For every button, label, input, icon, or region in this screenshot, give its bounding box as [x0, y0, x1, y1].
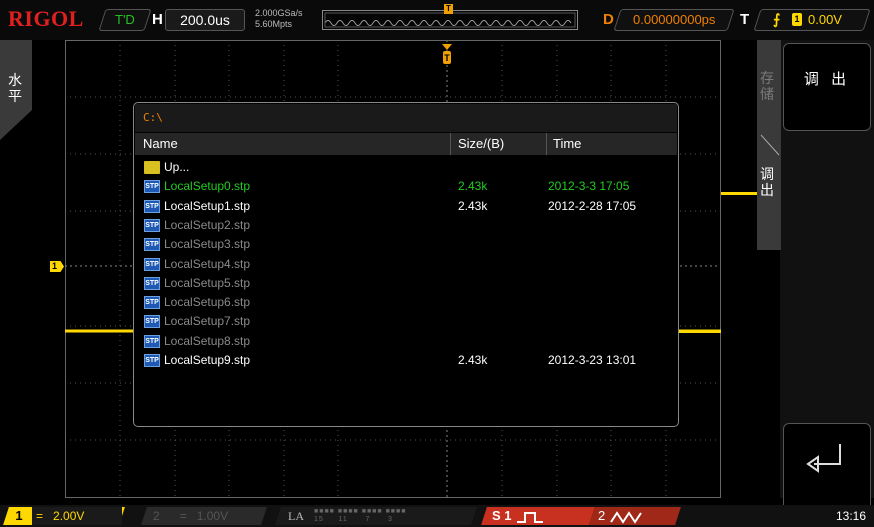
ch1-marker-label: 1 [52, 261, 58, 271]
file-row[interactable]: STP LocalSetup6.stp [144, 293, 664, 312]
file-name: LocalSetup6.stp [164, 295, 251, 310]
return-button[interactable] [783, 423, 871, 511]
file-time: 2012-3-3 17:05 [548, 179, 630, 194]
ch2-scale: 1.00V [196, 509, 229, 523]
delay-label: D [603, 11, 614, 28]
run-state-text: T'D [115, 12, 135, 27]
sample-rate: 2.000GSa/s [255, 8, 303, 18]
file-time: 2012-2-28 17:05 [548, 198, 637, 213]
pulse-icon [517, 511, 544, 523]
column-size: Size/(B) [458, 136, 505, 151]
current-path: C:\ [135, 104, 677, 132]
horizontal-menu-tab[interactable]: 水平 [0, 40, 32, 140]
stp-file-icon: STP [144, 276, 160, 290]
file-row[interactable]: STP LocalSetup8.stp [144, 332, 664, 351]
file-name: LocalSetup4.stp [164, 256, 251, 271]
stp-file-icon: STP [144, 218, 160, 232]
horizontal-menu-label: 水平 [8, 72, 22, 104]
file-size: 2.43k [458, 353, 488, 367]
file-name: LocalSetup7.stp [164, 314, 251, 329]
tab-storage[interactable]: 存储 [760, 70, 776, 102]
wave-icon [610, 510, 642, 524]
ch1-scale: 2.00V [53, 509, 85, 523]
file-name: LocalSetup9.stp [164, 353, 251, 367]
stp-file-icon: STP [144, 199, 160, 213]
file-row[interactable]: STP LocalSetup9.stp 2.43k 2012-3-23 13:01 [144, 351, 664, 370]
file-name: LocalSetup8.stp [164, 333, 251, 348]
ch1-number: 1 [15, 508, 23, 523]
trigger-arrow-icon: T [442, 44, 452, 66]
ch1-ground-marker[interactable]: 1 [50, 261, 64, 272]
file-name: LocalSetup5.stp [164, 275, 251, 290]
file-list-header: Name Size/(B) Time [135, 133, 677, 155]
file-name: LocalSetup3.stp [164, 237, 251, 252]
delay-display[interactable]: 0.00000000ps [613, 9, 735, 31]
serial-bus-1-label: S 1 [492, 507, 545, 525]
ch1-settings[interactable]: = 2.00V [32, 507, 122, 525]
trigger-position-marker: T [444, 4, 453, 14]
delay-value: 0.00000000ps [632, 12, 716, 27]
stp-file-icon: STP [144, 315, 160, 329]
ch1-trace-high [721, 192, 757, 195]
la-channel-numbers: 15 11 7 3 [314, 516, 393, 523]
stp-file-icon: STP [144, 334, 160, 348]
stp-file-icon: STP [144, 296, 160, 310]
recall-button-label: 调 出 [803, 71, 851, 88]
ch2-number: 2 [153, 509, 160, 523]
stp-file-icon: STP [144, 354, 160, 367]
trigger-label: T [740, 11, 750, 28]
file-time: 2012-3-23 13:01 [548, 353, 637, 367]
sample-info: 2.000GSa/s 5.60Mpts [255, 8, 303, 30]
file-name: LocalSetup1.stp [164, 198, 251, 213]
file-name: Up... [164, 160, 190, 174]
ch2-settings: 2 = 1.00V [153, 507, 228, 525]
clock: 13:16 [836, 509, 867, 523]
file-row[interactable]: STP LocalSetup1.stp 2.43k 2012-2-28 17:05 [144, 197, 664, 216]
ch1-trace-low-right [679, 330, 721, 333]
folder-icon [144, 161, 160, 174]
trigger-arrow-label: T [444, 53, 450, 63]
file-row[interactable]: STP LocalSetup7.stp [144, 312, 664, 331]
column-time: Time [553, 136, 582, 151]
column-name: Name [143, 136, 178, 151]
horizontal-label: H [152, 11, 163, 28]
s1-label: S 1 [492, 508, 512, 523]
file-row[interactable]: STP LocalSetup4.stp [144, 255, 664, 274]
memory-depth: 5.60Mpts [255, 19, 293, 29]
brand-logo: RIGOL [8, 6, 84, 31]
trigger-level: 0.00V [808, 12, 842, 27]
ch2-coupling: = [179, 509, 187, 523]
file-row[interactable]: STP LocalSetup2.stp [144, 216, 664, 235]
timebase-display[interactable]: 200.0us [165, 9, 245, 31]
file-row[interactable]: STP LocalSetup5.stp [144, 274, 664, 293]
file-row[interactable]: STP LocalSetup0.stp 2.43k 2012-3-3 17:05 [144, 177, 664, 196]
file-row[interactable]: STP LocalSetup3.stp [144, 235, 664, 254]
file-size: 2.43k [458, 179, 488, 194]
ch1-coupling: = [36, 509, 44, 523]
file-name: LocalSetup2.stp [164, 217, 251, 232]
recall-button[interactable]: 调 出 [783, 43, 871, 131]
serial-bus-2-label: 2 [598, 507, 645, 525]
stp-file-icon: STP [144, 238, 160, 252]
file-size: 2.43k [458, 198, 488, 213]
stp-file-icon: STP [144, 257, 160, 271]
la-channel-indicators: ■■■■ ■■■■ ■■■■ ■■■■ 15 11 7 3 [314, 508, 407, 523]
rising-edge-icon: ⨍ [773, 11, 781, 27]
folder-up-item[interactable]: Up... [144, 158, 664, 177]
return-arrow-icon [806, 444, 841, 473]
run-state-indicator[interactable]: T'D [98, 9, 152, 31]
trigger-source-badge: 1 [792, 13, 802, 26]
stp-file-icon: STP [144, 180, 160, 194]
la-label: LA [288, 509, 304, 523]
tab-recall[interactable]: 调出 [760, 166, 776, 198]
file-name: LocalSetup0.stp [164, 179, 251, 194]
s2-label: 2 [598, 508, 606, 523]
